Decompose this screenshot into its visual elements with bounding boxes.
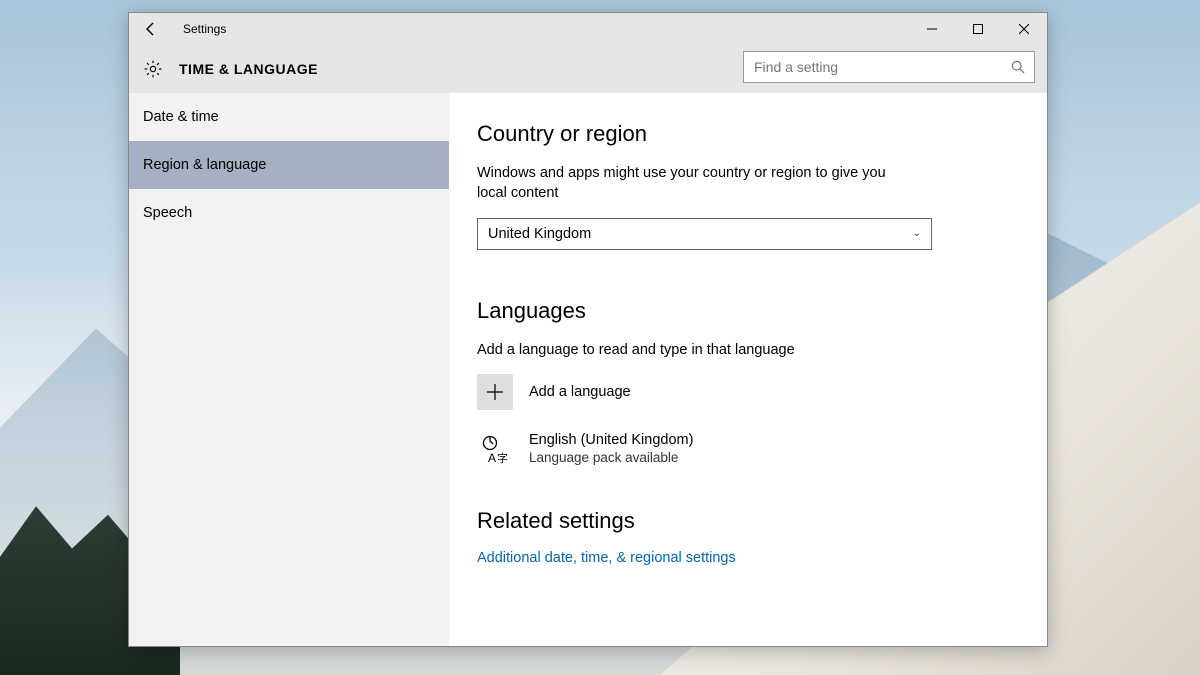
content: Country or region Windows and apps might… <box>449 93 1047 646</box>
sidebar-item-date-time[interactable]: Date & time <box>129 93 449 141</box>
gear-icon <box>143 59 163 79</box>
close-icon <box>1019 24 1029 34</box>
maximize-icon <box>973 24 983 34</box>
plus-icon <box>477 374 513 410</box>
additional-settings-link[interactable]: Additional date, time, & regional settin… <box>477 550 1019 566</box>
svg-text:字: 字 <box>497 451 508 465</box>
language-globe-icon: A 字 <box>477 432 513 468</box>
search-icon <box>1002 60 1034 74</box>
page-title: TIME & LANGUAGE <box>179 61 318 77</box>
window-title: Settings <box>183 22 226 36</box>
maximize-button[interactable] <box>955 13 1001 45</box>
settings-window: Settings TIME & LANGUAGE <box>128 12 1048 647</box>
minimize-icon <box>927 24 937 34</box>
search-box[interactable] <box>743 51 1035 83</box>
close-button[interactable] <box>1001 13 1047 45</box>
back-arrow-icon <box>143 21 159 37</box>
chevron-down-icon: ⌄ <box>913 228 921 239</box>
sidebar-item-region-language[interactable]: Region & language <box>129 141 449 189</box>
header: TIME & LANGUAGE <box>129 45 1047 93</box>
sidebar: Date & time Region & language Speech <box>129 93 449 646</box>
window-controls <box>909 13 1047 45</box>
sidebar-item-label: Date & time <box>143 109 219 125</box>
add-language-label: Add a language <box>529 384 631 400</box>
language-name: English (United Kingdom) <box>529 432 693 448</box>
languages-description: Add a language to read and type in that … <box>477 340 917 360</box>
sidebar-item-label: Speech <box>143 205 192 221</box>
language-item[interactable]: A 字 English (United Kingdom) Language pa… <box>477 432 1019 468</box>
sidebar-item-speech[interactable]: Speech <box>129 189 449 237</box>
languages-heading: Languages <box>477 298 1019 324</box>
language-sub: Language pack available <box>529 450 693 465</box>
titlebar: Settings <box>129 13 1047 45</box>
search-input[interactable] <box>744 59 1002 75</box>
country-dropdown[interactable]: United Kingdom ⌄ <box>477 218 932 250</box>
minimize-button[interactable] <box>909 13 955 45</box>
back-button[interactable] <box>129 13 173 45</box>
body: Date & time Region & language Speech Cou… <box>129 93 1047 646</box>
region-heading: Country or region <box>477 121 1019 147</box>
related-heading: Related settings <box>477 508 1019 534</box>
country-selected: United Kingdom <box>488 226 591 242</box>
sidebar-item-label: Region & language <box>143 157 266 173</box>
region-description: Windows and apps might use your country … <box>477 163 917 204</box>
svg-text:A: A <box>488 451 496 465</box>
add-language-button[interactable]: Add a language <box>477 374 1019 410</box>
